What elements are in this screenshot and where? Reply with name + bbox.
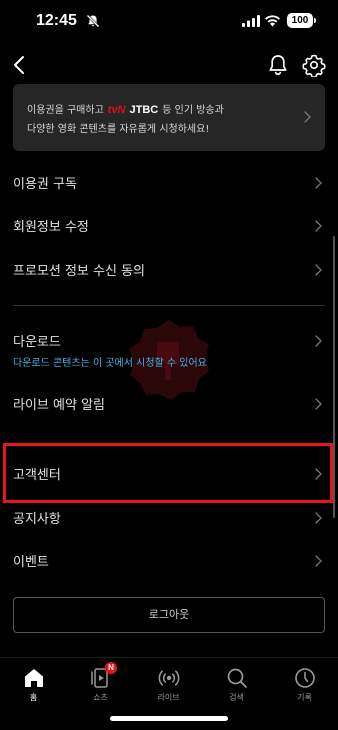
banner-text-pre: 이용권을 구매하고 [27,105,104,116]
signal-icon [242,15,260,27]
status-time: 12:45 [36,12,77,29]
tab-label: 쇼츠 [93,693,108,702]
menu-label: 라이브 예약 알림 [13,398,105,413]
chevron-right-icon [315,335,322,347]
menu-label: 다운로드 [13,335,61,350]
banner-line-1: 이용권을 구매하고 tvN JTBC 등 인기 방송과 [27,101,224,116]
chevron-right-icon [315,512,322,524]
home-indicator [110,716,228,721]
chevron-right-icon [315,398,322,410]
bell-icon[interactable] [267,53,289,77]
tvn-logo: tvN [107,104,126,116]
tab-label: 라이브 [157,693,180,702]
mute-bell-icon [86,14,100,28]
tab-live[interactable]: 라이브 [135,658,202,708]
jtbc-logo: JTBC [129,104,159,116]
menu-item-notice[interactable]: 공지사항 [0,498,338,538]
chevron-right-icon [315,264,322,276]
history-icon [295,668,315,688]
status-bar: 12:45 100 [0,0,338,44]
menu-item-live-alert[interactable]: 라이브 예약 알림 [0,384,338,424]
tab-shorts[interactable]: N 쇼츠 [67,658,134,708]
banner-line-2: 다양한 영화 콘텐츠를 자유롭게 시청하세요! [27,124,210,135]
battery-indicator: 100 [287,13,316,28]
tab-label: 기록 [297,693,312,702]
new-badge: N [105,662,117,674]
menu-label: 회원정보 수정 [13,220,89,235]
menu-item-event[interactable]: 이벤트 [0,541,338,581]
menu-item-promo-consent[interactable]: 프로모션 정보 수신 동의 [0,250,338,290]
logout-button[interactable]: 로그아웃 [13,597,325,633]
live-icon [158,670,180,686]
menu-item-subscription[interactable]: 이용권 구독 [0,163,338,203]
menu-item-edit-profile[interactable]: 회원정보 수정 [0,206,338,246]
tab-search[interactable]: 검색 [203,658,270,708]
home-icon [25,669,43,687]
banner-text-post: 등 인기 방송과 [162,105,224,116]
menu-label: 이벤트 [13,555,49,570]
gear-icon[interactable] [302,53,326,77]
tab-history[interactable]: 기록 [271,658,338,708]
menu-label: 이용권 구독 [13,177,77,192]
download-hint-text: 다운로드 콘텐츠는 이 곳에서 시청할 수 있어요 [13,358,207,369]
scrollbar[interactable] [333,236,335,518]
chevron-right-icon [304,111,311,123]
menu-label: 공지사항 [13,512,61,527]
highlight-box [3,443,333,503]
subscription-banner[interactable]: 이용권을 구매하고 tvN JTBC 등 인기 방송과 다양한 영화 콘텐츠를 자유롭… [13,84,325,151]
tab-label: 검색 [229,693,244,702]
chevron-right-icon [315,555,322,567]
search-icon [227,668,247,688]
chevron-right-icon [315,177,322,189]
section-divider [13,305,325,306]
menu-label: 프로모션 정보 수신 동의 [13,264,145,279]
tab-label: 홈 [29,693,38,702]
wifi-icon [265,15,280,27]
chevron-right-icon [315,220,322,232]
back-icon[interactable] [8,52,32,78]
tab-home[interactable]: 홈 [0,658,67,708]
